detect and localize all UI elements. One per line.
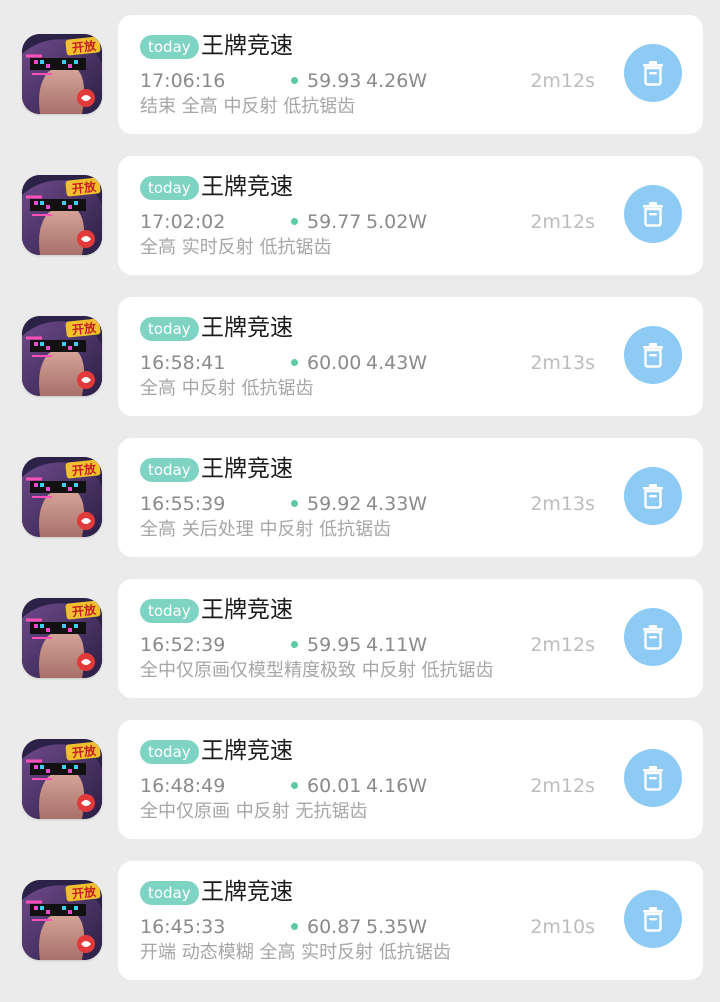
average-fps: 59.95 (307, 634, 362, 656)
average-fps: 60.00 (307, 352, 362, 374)
session-row[interactable]: 开放 today 王牌竞速 17:06:16 59.93 4.26W 2m12s… (0, 15, 720, 156)
session-list: 开放 today 王牌竞速 17:06:16 59.93 4.26W 2m12s… (0, 15, 720, 1002)
game-app-icon[interactable]: 开放 (22, 598, 102, 678)
session-row[interactable]: 开放 today 王牌竞速 16:48:49 60.01 4.16W 2m12s… (0, 720, 720, 861)
trash-icon (643, 907, 663, 932)
game-app-icon[interactable]: 开放 (22, 880, 102, 960)
today-badge: today (140, 35, 199, 59)
icon-logo-text: 开放 (71, 179, 97, 197)
delete-button[interactable] (624, 890, 682, 948)
session-time: 16:55:39 (140, 493, 226, 515)
graphics-settings: 开端 动态模糊 全高 实时反射 低抗锯齿 (140, 942, 451, 963)
icon-logo-text: 开放 (71, 38, 97, 56)
app-name: 王牌竞速 (201, 33, 293, 59)
trash-icon (643, 202, 663, 227)
session-time: 17:06:16 (140, 70, 226, 92)
today-badge: today (140, 317, 199, 341)
session-card[interactable]: today 王牌竞速 16:55:39 59.92 4.33W 2m13s 全高… (118, 438, 703, 557)
icon-logo-text: 开放 (71, 743, 97, 761)
today-badge: today (140, 740, 199, 764)
app-name: 王牌竞速 (201, 315, 293, 341)
game-app-icon[interactable]: 开放 (22, 175, 102, 255)
session-card[interactable]: today 王牌竞速 17:06:16 59.93 4.26W 2m12s 结束… (118, 15, 703, 134)
game-app-icon[interactable]: 开放 (22, 316, 102, 396)
average-fps: 59.92 (307, 493, 362, 515)
session-time: 16:45:33 (140, 916, 226, 938)
trash-icon (643, 484, 663, 509)
session-duration: 2m12s (530, 775, 595, 797)
fps-dot (291, 500, 298, 507)
fps-dot (291, 359, 298, 366)
game-app-icon[interactable]: 开放 (22, 457, 102, 537)
session-row[interactable]: 开放 today 王牌竞速 16:58:41 60.00 4.43W 2m13s… (0, 297, 720, 438)
session-time: 17:02:02 (140, 211, 226, 233)
fps-dot (291, 218, 298, 225)
session-card[interactable]: today 王牌竞速 16:52:39 59.95 4.11W 2m12s 全中… (118, 579, 703, 698)
game-app-icon[interactable]: 开放 (22, 739, 102, 819)
delete-button[interactable] (624, 326, 682, 384)
session-duration: 2m12s (530, 634, 595, 656)
today-badge: today (140, 599, 199, 623)
graphics-settings: 结束 全高 中反射 低抗锯齿 (140, 96, 356, 117)
trash-icon (643, 343, 663, 368)
fps-dot (291, 782, 298, 789)
graphics-settings: 全高 中反射 低抗锯齿 (140, 378, 314, 399)
app-name: 王牌竞速 (201, 456, 293, 482)
app-name: 王牌竞速 (201, 597, 293, 623)
fps-dot (291, 923, 298, 930)
icon-logo-text: 开放 (71, 461, 97, 479)
average-fps: 59.77 (307, 211, 362, 233)
app-name: 王牌竞速 (201, 879, 293, 905)
fps-dot (291, 641, 298, 648)
session-duration: 2m12s (530, 211, 595, 233)
today-badge: today (140, 176, 199, 200)
app-name: 王牌竞速 (201, 738, 293, 764)
session-time: 16:48:49 (140, 775, 226, 797)
session-row[interactable]: 开放 today 王牌竞速 16:55:39 59.92 4.33W 2m13s… (0, 438, 720, 579)
average-fps: 59.93 (307, 70, 362, 92)
delete-button[interactable] (624, 749, 682, 807)
delete-button[interactable] (624, 185, 682, 243)
session-row[interactable]: 开放 today 王牌竞速 17:02:02 59.77 5.02W 2m12s… (0, 156, 720, 297)
session-time: 16:52:39 (140, 634, 226, 656)
delete-button[interactable] (624, 44, 682, 102)
power-usage: 4.33W (366, 493, 428, 515)
session-time: 16:58:41 (140, 352, 226, 374)
session-duration: 2m12s (530, 70, 595, 92)
session-card[interactable]: today 王牌竞速 17:02:02 59.77 5.02W 2m12s 全高… (118, 156, 703, 275)
power-usage: 4.16W (366, 775, 428, 797)
trash-icon (643, 766, 663, 791)
session-card[interactable]: today 王牌竞速 16:48:49 60.01 4.16W 2m12s 全中… (118, 720, 703, 839)
graphics-settings: 全中仅原画仅模型精度极致 中反射 低抗锯齿 (140, 660, 494, 681)
power-usage: 4.26W (366, 70, 428, 92)
power-usage: 5.02W (366, 211, 428, 233)
game-app-icon[interactable]: 开放 (22, 34, 102, 114)
trash-icon (643, 625, 663, 650)
graphics-settings: 全中仅原画 中反射 无抗锯齿 (140, 801, 368, 822)
today-badge: today (140, 881, 199, 905)
session-duration: 2m10s (530, 916, 595, 938)
session-row[interactable]: 开放 today 王牌竞速 16:52:39 59.95 4.11W 2m12s… (0, 579, 720, 720)
power-usage: 5.35W (366, 916, 428, 938)
graphics-settings: 全高 关后处理 中反射 低抗锯齿 (140, 519, 392, 540)
power-usage: 4.11W (366, 634, 428, 656)
app-name: 王牌竞速 (201, 174, 293, 200)
power-usage: 4.43W (366, 352, 428, 374)
fps-dot (291, 77, 298, 84)
average-fps: 60.87 (307, 916, 362, 938)
session-duration: 2m13s (530, 493, 595, 515)
today-badge: today (140, 458, 199, 482)
graphics-settings: 全高 实时反射 低抗锯齿 (140, 237, 332, 258)
delete-button[interactable] (624, 467, 682, 525)
average-fps: 60.01 (307, 775, 362, 797)
delete-button[interactable] (624, 608, 682, 666)
icon-logo-text: 开放 (71, 884, 97, 902)
icon-logo-text: 开放 (71, 320, 97, 338)
trash-icon (643, 61, 663, 86)
session-card[interactable]: today 王牌竞速 16:45:33 60.87 5.35W 2m10s 开端… (118, 861, 703, 980)
session-duration: 2m13s (530, 352, 595, 374)
session-row[interactable]: 开放 today 王牌竞速 16:45:33 60.87 5.35W 2m10s… (0, 861, 720, 1002)
session-card[interactable]: today 王牌竞速 16:58:41 60.00 4.43W 2m13s 全高… (118, 297, 703, 416)
icon-logo-text: 开放 (71, 602, 97, 620)
